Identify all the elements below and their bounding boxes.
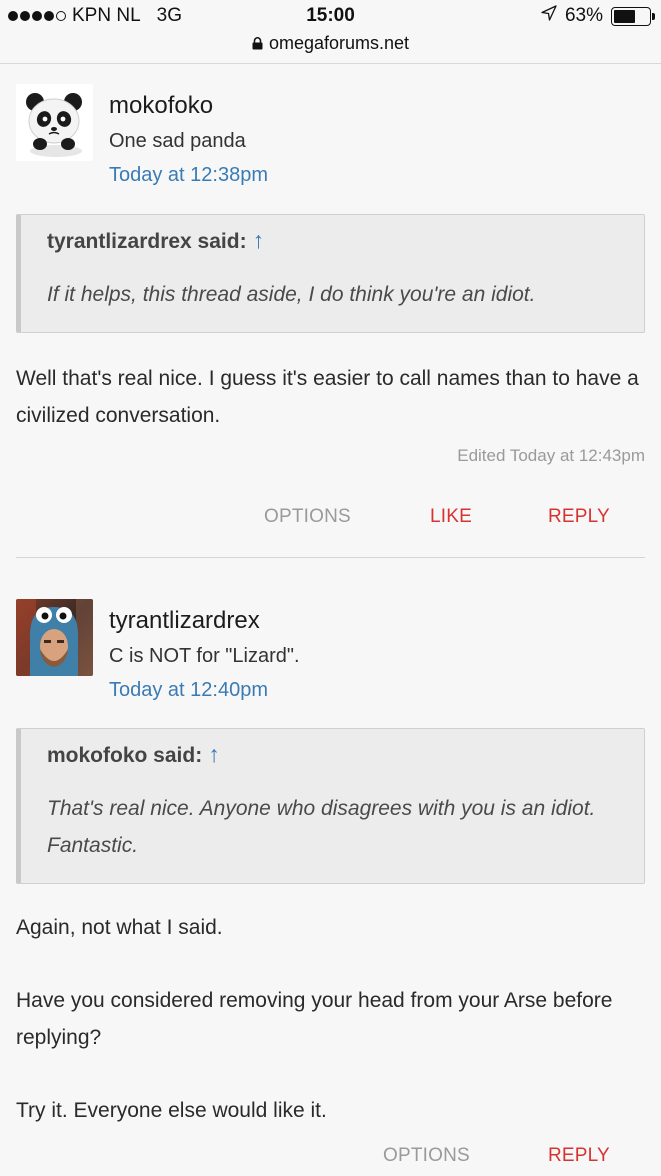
panda-avatar-icon[interactable] — [16, 84, 93, 161]
post: tyrantlizardrex C is NOT for "Lizard". T… — [16, 599, 645, 1176]
jump-to-quote-icon[interactable]: ↑ — [253, 227, 265, 253]
page-url: omegaforums.net — [268, 33, 410, 53]
message-paragraph: Again, not what I said. — [16, 916, 223, 939]
username[interactable]: tyrantlizardrex — [109, 607, 300, 635]
post-timestamp[interactable]: Today at 12:38pm — [109, 163, 268, 187]
address-bar[interactable]: omegaforums.net — [0, 33, 661, 54]
message-paragraph: Have you considered removing your head f… — [16, 989, 613, 1049]
battery-percent: 63% — [564, 5, 603, 26]
like-button[interactable]: LIKE — [430, 506, 472, 528]
post-divider — [16, 557, 645, 558]
username[interactable]: mokofoko — [109, 92, 268, 120]
quote-author: tyrantlizardrex said: ↑ — [47, 227, 618, 255]
quote-author-label: tyrantlizardrex said: — [47, 230, 247, 253]
edited-note: Edited Today at 12:43pm — [457, 446, 645, 465]
user-title: One sad panda — [109, 130, 246, 152]
jump-to-quote-icon[interactable]: ↑ — [208, 741, 220, 767]
location-arrow-icon — [541, 5, 557, 27]
user-photo-avatar-icon[interactable] — [16, 599, 93, 676]
post-timestamp[interactable]: Today at 12:40pm — [109, 678, 300, 702]
quote-text: That's real nice. Anyone who disagrees w… — [47, 797, 596, 857]
battery-icon — [611, 6, 655, 26]
lock-icon — [252, 34, 263, 50]
user-title: C is NOT for "Lizard". — [109, 645, 300, 667]
message-paragraph: Try it. Everyone else would like it. — [16, 1099, 327, 1122]
quote-author: mokofoko said: ↑ — [47, 741, 618, 769]
quote-block: tyrantlizardrex said: ↑ If it helps, this… — [16, 214, 645, 333]
post-message: Well that's real nice. I guess it's easi… — [16, 367, 639, 427]
options-button[interactable]: OPTIONS — [383, 1145, 470, 1167]
author-block: tyrantlizardrex C is NOT for "Lizard". T… — [109, 607, 300, 702]
quote-block: mokofoko said: ↑ That's real nice. Anyone… — [16, 728, 645, 884]
post-message: Again, not what I said. Have you conside… — [16, 909, 645, 1129]
reply-button[interactable]: REPLY — [548, 506, 610, 528]
reply-button[interactable]: REPLY — [548, 1145, 610, 1167]
options-button[interactable]: OPTIONS — [264, 506, 351, 528]
author-block: mokofoko One sad panda Today at 12:38pm — [109, 92, 268, 187]
quote-text: If it helps, this thread aside, I do thi… — [47, 283, 536, 306]
battery-fill — [614, 9, 636, 23]
quote-author-label: mokofoko said: — [47, 744, 203, 767]
status-right: 63% — [541, 5, 655, 27]
status-bar: KPN NL 3G 15:00 omegaforums.net 63% — [0, 0, 661, 64]
post: mokofoko One sad panda Today at 12:38pm … — [16, 84, 645, 554]
